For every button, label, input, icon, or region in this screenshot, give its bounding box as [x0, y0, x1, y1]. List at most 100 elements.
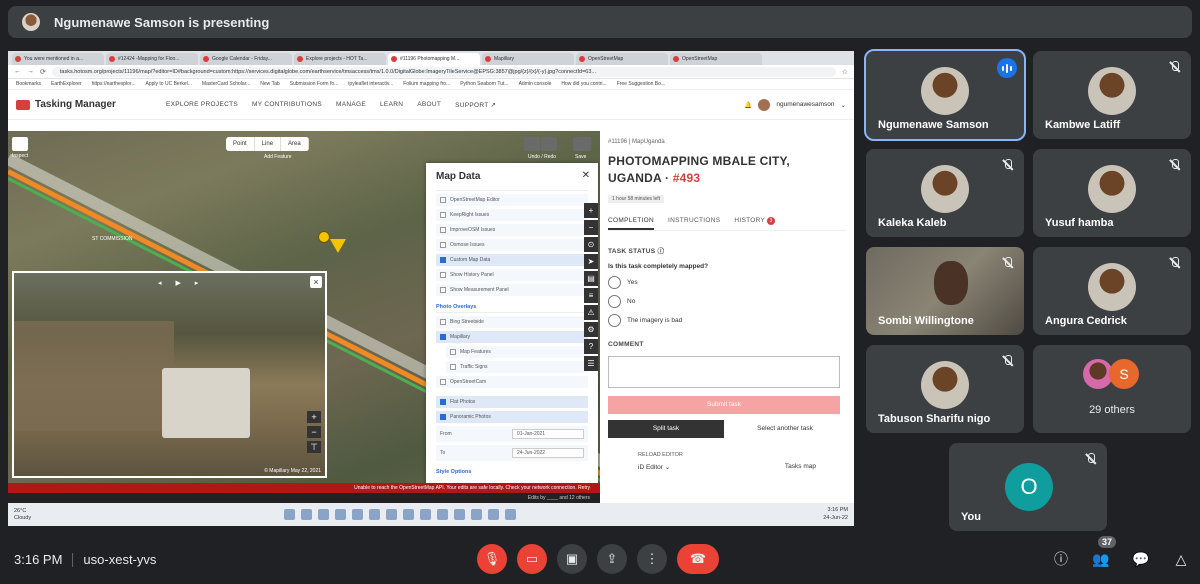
self-tile[interactable]: O You — [949, 443, 1107, 531]
activities-icon[interactable]: △ — [1170, 548, 1192, 570]
option-no[interactable]: No — [608, 294, 846, 308]
others-tile[interactable]: S 29 others — [1033, 345, 1191, 433]
split-task-button[interactable]: Split task — [608, 419, 724, 438]
app-icon[interactable] — [437, 509, 448, 520]
data-layer-row[interactable]: ImproveOSM Issues — [436, 224, 588, 236]
browser-tab[interactable]: #12424 -Mapping for Floo... — [106, 53, 198, 65]
redo-button[interactable] — [541, 137, 557, 151]
date-from-input[interactable]: 01-Jan-2021 — [512, 429, 584, 439]
nav-support[interactable]: SUPPORT ↗ — [455, 101, 496, 109]
excel-icon[interactable] — [420, 509, 431, 520]
bookmark-item[interactable]: Bookmarks — [16, 81, 41, 87]
compass-icon[interactable]: ⊤ — [307, 441, 321, 453]
issues-icon[interactable]: ⚠ — [584, 305, 598, 320]
folder-icon[interactable] — [369, 509, 380, 520]
camera-off-icon[interactable]: ▭ — [517, 544, 547, 574]
task-view-icon[interactable] — [318, 509, 329, 520]
add-line-button[interactable]: Line — [255, 137, 282, 151]
zoom-out-button[interactable]: − — [307, 426, 321, 438]
photo-layer-row[interactable]: Mapillary — [436, 331, 588, 343]
map-canvas[interactable]: Inspect Point Line Area Add Feature Undo… — [8, 131, 600, 503]
reload-icon[interactable]: ⟳ — [40, 68, 46, 76]
comment-textarea[interactable] — [608, 355, 840, 388]
add-area-button[interactable]: Area — [281, 137, 309, 151]
bookmark-item[interactable]: Folium mapping fro... — [403, 81, 450, 87]
data-layer-row[interactable]: Show History Panel — [436, 269, 588, 281]
nav-learn[interactable]: LEARN — [380, 101, 403, 109]
checkbox-icon[interactable] — [440, 212, 446, 218]
word-icon[interactable] — [488, 509, 499, 520]
photo-overlays-heading[interactable]: Photo Overlays — [426, 296, 598, 312]
data-layer-row[interactable]: Osmose Issues — [436, 239, 588, 251]
back-icon[interactable]: ← — [14, 68, 21, 75]
participant-tile[interactable]: Kaleka Kaleb — [866, 149, 1024, 237]
radio-icon[interactable] — [608, 294, 621, 308]
browser-tab[interactable]: OpenStreetMap — [670, 53, 762, 65]
tm-logo[interactable]: Tasking Manager — [16, 99, 166, 110]
bookmark-item[interactable]: EarthExplorer — [51, 81, 82, 87]
photo-nav-controls[interactable]: ◂ ▶ ▸ — [158, 279, 204, 287]
bell-icon[interactable]: 🔔 — [744, 101, 752, 109]
windows-start-icon[interactable] — [284, 509, 295, 520]
present-icon[interactable]: ⇪ — [597, 544, 627, 574]
checkbox-icon[interactable] — [440, 227, 446, 233]
chrome-icon[interactable] — [454, 509, 465, 520]
chat-icon[interactable]: 💬 — [1130, 548, 1152, 570]
option-bad-imagery[interactable]: The imagery is bad — [608, 313, 846, 327]
participant-tile[interactable]: Ngumenawe Samson — [864, 49, 1026, 141]
captions-icon[interactable]: ▣ — [557, 544, 587, 574]
select-another-task-button[interactable]: Select another task — [724, 425, 846, 432]
bookmark-item[interactable]: New Tab — [260, 81, 279, 87]
people-icon[interactable]: 👥 37 — [1090, 536, 1116, 570]
zoom-in-icon[interactable]: + — [584, 203, 598, 218]
photo-layer-row[interactable]: Map Features — [446, 346, 588, 358]
checkbox-icon[interactable] — [440, 319, 446, 325]
photo-layer-row[interactable]: Traffic Signs — [446, 361, 588, 373]
browser-tab-active[interactable]: #11196 Photomapping M... — [388, 53, 480, 65]
zoom-out-icon[interactable]: − — [584, 220, 598, 235]
checkbox-icon[interactable] — [440, 272, 446, 278]
tab-history[interactable]: HISTORY 3 — [734, 216, 776, 230]
radio-icon[interactable] — [608, 313, 621, 327]
bookmark-item[interactable]: Admin console — [519, 81, 552, 87]
history-icon[interactable]: ☰ — [584, 356, 598, 371]
tab-instructions[interactable]: INSTRUCTIONS — [668, 217, 720, 230]
participant-tile[interactable]: Yusuf hamba — [1033, 149, 1191, 237]
checkbox-icon[interactable] — [450, 364, 456, 370]
browser-tab[interactable]: Google Calendar - Friday... — [200, 53, 292, 65]
data-layer-row[interactable]: Show Measurement Panel — [436, 284, 588, 296]
participant-tile[interactable]: Sombi Willingtone — [866, 247, 1024, 335]
bookmark-item[interactable]: ipyleaflet interactiv... — [348, 81, 393, 87]
nav-explore-projects[interactable]: EXPLORE PROJECTS — [166, 101, 238, 109]
nav-manage[interactable]: MANAGE — [336, 101, 366, 109]
date-to-input[interactable]: 24-Jun-2022 — [512, 448, 584, 458]
close-icon[interactable]: ✕ — [582, 170, 590, 181]
browser-tab[interactable]: You were mentioned in a... — [12, 53, 104, 65]
star-icon[interactable]: ☆ — [842, 68, 848, 76]
project-crumb[interactable]: #11196 | MapUganda — [608, 139, 846, 145]
geolocate-icon[interactable]: ➤ — [584, 254, 598, 269]
checkbox-icon[interactable] — [450, 349, 456, 355]
photo-type-row[interactable]: Panoramic Photos — [436, 411, 588, 423]
checkbox-icon[interactable] — [440, 414, 446, 420]
background-icon[interactable]: ▤ — [584, 271, 598, 286]
street-photo-viewer[interactable]: ◂ ▶ ▸ × + − ⊤ © Mapillary May 22, 2021 — [12, 271, 327, 478]
option-yes[interactable]: Yes — [608, 275, 846, 289]
participant-tile[interactable]: Tabuson Sharifu nigo — [866, 345, 1024, 433]
add-point-button[interactable]: Point — [226, 137, 255, 151]
nav-my-contributions[interactable]: MY CONTRIBUTIONS — [252, 101, 322, 109]
editor-select[interactable]: iD Editor ⌄ — [638, 463, 670, 471]
save-button[interactable] — [573, 137, 591, 151]
system-clock[interactable]: 3:16 PM 24-Jun-22 — [823, 507, 848, 521]
zoom-to-selection-icon[interactable]: ⊙ — [584, 237, 598, 252]
bookmark-item[interactable]: How did you contri... — [561, 81, 606, 87]
chat-icon[interactable] — [335, 509, 346, 520]
app-icon[interactable] — [505, 509, 516, 520]
radio-icon[interactable] — [608, 275, 621, 289]
checkbox-icon[interactable] — [440, 242, 446, 248]
qgis-icon[interactable] — [403, 509, 414, 520]
user-menu[interactable]: 🔔 ngumenawesamson ⌄ — [744, 98, 846, 111]
url-field[interactable]: tasks.hotosm.org/projects/11196/map/?edi… — [51, 66, 836, 77]
zoom-in-button[interactable]: + — [307, 411, 321, 423]
browser-tab[interactable]: Explore projects - HOT Ta... — [294, 53, 386, 65]
